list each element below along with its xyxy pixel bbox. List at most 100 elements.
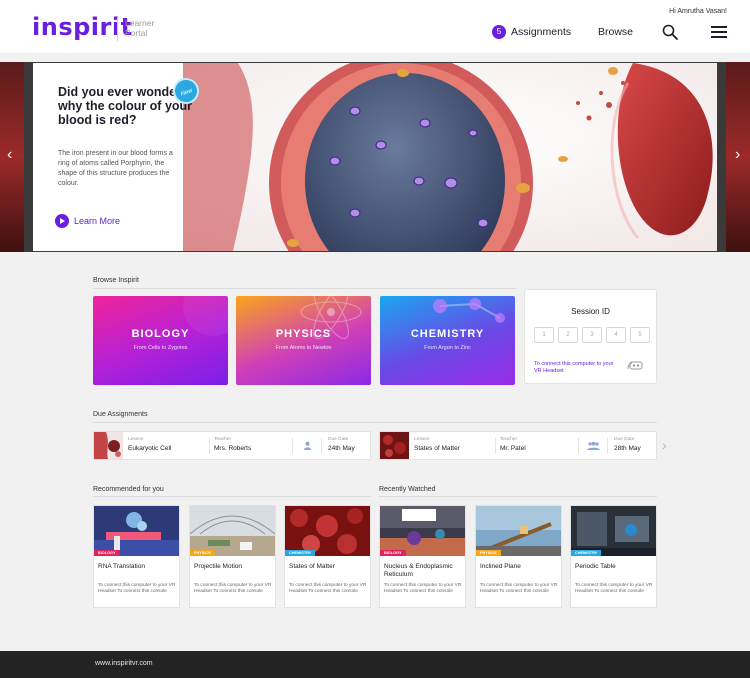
subject-tagline: From Cells to Zygotes [133, 345, 188, 351]
session-digit-4[interactable]: 4 [606, 327, 626, 343]
lesson-tile[interactable]: BIOLOGY Nucleus & Endoplasmic Reticulum … [379, 505, 466, 608]
subject-tagline: From Atoms to Newton [275, 345, 332, 351]
subject-card-chemistry[interactable]: CHEMISTRY From Argon to Zinc [380, 296, 515, 385]
connect-headset-text: To connect this computer to your VR Head… [534, 361, 614, 374]
session-digit-5[interactable]: 5 [630, 327, 650, 343]
recent-divider [379, 496, 657, 497]
lesson-description: To connect this computer to your VR Head… [384, 583, 462, 594]
footer-website-link[interactable]: www.inspiritvr.com [95, 660, 153, 667]
logo-sub-line1: Learner [125, 18, 155, 28]
column-divider [495, 438, 496, 454]
session-id-card: Session ID 1 2 3 4 5 To connect this com… [524, 289, 657, 384]
lesson-thumbnail [285, 506, 370, 556]
top-header: inspirit Learner Portal Hi Amrutha Vasan… [0, 0, 750, 53]
subject-card-physics[interactable]: PHYSICS From Atoms to Newton [236, 296, 371, 385]
lesson-description: To connect this computer to your VR Head… [194, 583, 272, 594]
lesson-thumbnail [571, 506, 656, 556]
session-id-inputs: 1 2 3 4 5 [534, 327, 650, 343]
due-date-label: Due Date [328, 437, 349, 442]
chevron-left-icon[interactable]: ‹ [7, 146, 12, 164]
lesson-tile[interactable]: BIOLOGY RNA Translation To connect this … [93, 505, 180, 608]
column-divider [607, 438, 608, 454]
lesson-thumbnail [476, 506, 561, 556]
hero-description: The iron present in our blood forms a ri… [58, 150, 173, 187]
lesson-value: Eukaryotic Cell [128, 445, 172, 452]
due-assignment-card[interactable]: Lesson Eukaryotic Cell Teacher Mrs. Robe… [93, 431, 371, 460]
molecule-icon [433, 298, 505, 323]
red-blood-cell-illustration [183, 63, 717, 251]
learn-more-button[interactable]: Learn More [55, 214, 120, 228]
learner-portal-label: Learner Portal [125, 18, 154, 38]
group-avatar-icon [587, 441, 600, 450]
session-digit-2[interactable]: 2 [558, 327, 578, 343]
search-icon[interactable] [662, 24, 678, 40]
lesson-tile[interactable]: PHYSICS Projectile Motion To connect thi… [189, 505, 276, 608]
logo-sub-line2: Portal [125, 28, 148, 38]
due-divider [93, 422, 657, 423]
assignments-count-badge[interactable]: 5 [492, 25, 506, 39]
subject-tag: PHYSICS [190, 550, 215, 556]
teacher-avatar-icon [304, 441, 311, 450]
session-digit-1[interactable]: 1 [534, 327, 554, 343]
subject-tag: BIOLOGY [94, 550, 120, 556]
due-date: Due Date 24th May [328, 437, 355, 452]
lesson-value: States of Matter [414, 445, 460, 452]
lesson-title: Periodic Table [575, 563, 616, 570]
due-teacher: Teacher Mrs. Roberts [214, 437, 251, 452]
due-teacher: Teacher Mr. Patel [500, 437, 526, 452]
due-assignment-card[interactable]: Lesson States of Matter Teacher Mr. Pate… [379, 431, 657, 460]
column-divider [578, 438, 579, 454]
hamburger-menu-icon[interactable] [711, 26, 727, 38]
teacher-value: Mrs. Roberts [214, 445, 252, 452]
subject-name: CHEMISTRY [410, 328, 485, 340]
subject-tag: CHEMISTRY [571, 550, 602, 556]
subject-card-biology[interactable]: BIOLOGY From Cells to Zygotes [93, 296, 228, 385]
due-lesson: Lesson Eukaryotic Cell [128, 437, 171, 452]
lesson-tile[interactable]: CHEMISTRY Periodic Table To connect this… [570, 505, 657, 608]
session-id-title: Session ID [571, 307, 610, 316]
play-icon [55, 214, 69, 228]
lesson-description: To connect this computer to your VR Head… [98, 583, 176, 594]
lesson-title: Nucleus & Endoplasmic Reticulum [384, 563, 453, 578]
lesson-title: RNA Translation [98, 563, 145, 570]
lesson-thumbnail [190, 506, 275, 556]
due-assignments-heading: Due Assignments [93, 411, 148, 418]
lesson-thumbnail [380, 432, 409, 459]
column-divider [321, 438, 322, 454]
lesson-description: To connect this computer to your VR Head… [480, 583, 558, 594]
chevron-right-icon[interactable]: › [735, 146, 740, 164]
hero-banner[interactable]: Did you ever wonder why the colour of yo… [33, 63, 717, 251]
column-divider [209, 438, 210, 454]
recommended-divider [93, 496, 371, 497]
due-date: Due Date 28th May [614, 437, 641, 452]
lesson-title: States of Matter [289, 563, 335, 570]
subject-name: PHYSICS [275, 328, 332, 340]
user-greeting: Hi Amrutha Vasan! [669, 8, 727, 15]
due-date-label: Due Date [614, 437, 635, 442]
browse-link[interactable]: Browse [598, 26, 633, 38]
biology-card-art [183, 296, 228, 336]
atom-icon [300, 296, 362, 339]
subject-tag: PHYSICS [476, 550, 501, 556]
vr-headset-icon [627, 361, 643, 370]
lesson-label: Lesson [414, 437, 430, 442]
due-date-value: 28th May [614, 445, 641, 452]
teacher-value: Mr. Patel [500, 445, 526, 452]
subject-tagline: From Argon to Zinc [424, 345, 471, 351]
lesson-thumbnail [94, 506, 179, 556]
chevron-right-icon[interactable]: › [662, 437, 667, 453]
subject-tag: CHEMISTRY [285, 550, 316, 556]
lesson-tile[interactable]: PHYSICS Inclined Plane To connect this c… [475, 505, 562, 608]
lesson-thumbnail [94, 432, 123, 459]
subject-tag: BIOLOGY [380, 550, 406, 556]
recommended-heading: Recommended for you [93, 486, 164, 493]
lesson-tile[interactable]: CHEMISTRY States of Matter To connect th… [284, 505, 371, 608]
browse-divider [93, 288, 516, 289]
lesson-label: Lesson [128, 437, 144, 442]
assignments-link[interactable]: Assignments [511, 26, 571, 38]
learn-more-label: Learn More [74, 216, 121, 226]
session-digit-3[interactable]: 3 [582, 327, 602, 343]
lesson-title: Inclined Plane [480, 563, 521, 570]
lesson-title: Projectile Motion [194, 563, 243, 570]
logo-divider [117, 17, 118, 41]
